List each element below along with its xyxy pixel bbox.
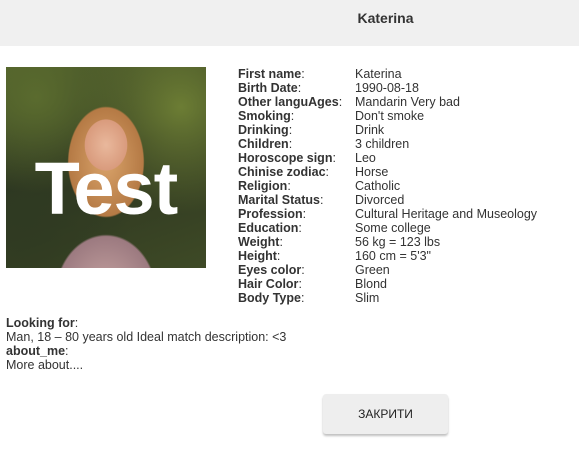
detail-label: Marital Status — [238, 193, 320, 207]
detail-value: Katerina — [355, 67, 402, 81]
profile-name-title: Katerina — [357, 10, 414, 26]
detail-value: Mandarin Very bad — [355, 95, 460, 109]
detail-value: Green — [355, 263, 390, 277]
detail-row-profession: Profession: Cultural Heritage and Museolo… — [238, 207, 538, 221]
detail-label: Profession — [238, 207, 303, 221]
detail-value: Horse — [355, 165, 389, 179]
detail-row-chinese-zodiac: Chinise zodiac: Horse — [238, 165, 389, 179]
detail-label: Drinking — [238, 123, 289, 137]
detail-label: Children — [238, 137, 289, 151]
detail-row-other-languages: Other languAges: Mandarin Very bad — [238, 95, 460, 109]
detail-label: Hair Color — [238, 277, 299, 291]
detail-label: Smoking — [238, 109, 291, 123]
detail-value: 3 children — [355, 137, 410, 151]
detail-row-children: Children: 3 children — [238, 137, 410, 151]
detail-row-weight: Weight: 56 kg = 123 lbs — [238, 235, 441, 249]
detail-label: Religion — [238, 179, 288, 193]
detail-row-hair-color: Hair Color: Blond — [238, 277, 387, 291]
looking-for-section: Looking for: Man, 18 – 80 years old Idea… — [6, 316, 287, 372]
detail-label: Height — [238, 249, 277, 263]
detail-value: 160 cm = 5'3" — [355, 249, 431, 263]
looking-for-text: Man, 18 – 80 years old Ideal match descr… — [6, 330, 287, 344]
detail-label: Chinise zodiac — [238, 165, 326, 179]
detail-label: Education — [238, 221, 299, 235]
detail-value: Catholic — [355, 179, 401, 193]
detail-value: 56 kg = 123 lbs — [355, 235, 441, 249]
detail-value: Don't smoke — [355, 109, 425, 123]
detail-row-smoking: Smoking: Don't smoke — [238, 109, 425, 123]
detail-label: Birth Date — [238, 81, 298, 95]
detail-row-birth-date: Birth Date: 1990-08-18 — [238, 81, 419, 95]
about-me-label: about_me — [6, 344, 66, 358]
close-button[interactable]: ЗАКРИТИ — [323, 394, 448, 434]
looking-for-label: Looking for — [6, 316, 75, 330]
about-me-text: More about.... — [6, 358, 84, 372]
detail-value: Slim — [355, 291, 380, 305]
detail-label: Other languAges — [238, 95, 339, 109]
detail-value: Divorced — [355, 193, 405, 207]
detail-row-education: Education: Some college — [238, 221, 431, 235]
detail-row-body-type: Body Type: Slim — [238, 291, 380, 305]
detail-value: 1990-08-18 — [355, 81, 419, 95]
detail-value: Cultural Heritage and Museology — [355, 207, 538, 221]
detail-label: First name — [238, 67, 302, 81]
detail-value: Some college — [355, 221, 431, 235]
detail-label: Weight — [238, 235, 280, 249]
detail-value: Drink — [355, 123, 385, 137]
header-bar: Katerina — [0, 0, 579, 46]
profile-details: First name: Katerina Birth Date: 1990-08-1… — [238, 67, 537, 305]
photo-watermark: Test — [34, 147, 179, 230]
detail-row-height: Height: 160 cm = 5'3" — [238, 249, 431, 263]
detail-row-first-name: First name: Katerina — [238, 67, 402, 81]
detail-label: Eyes color — [238, 263, 302, 277]
detail-row-religion: Religion: Catholic — [238, 179, 401, 193]
detail-row-marital-status: Marital Status: Divorced — [238, 193, 405, 207]
detail-row-drinking: Drinking: Drink — [238, 123, 385, 137]
detail-value: Leo — [355, 151, 376, 165]
profile-photo: Test — [6, 67, 206, 268]
detail-row-horoscope: Horoscope sign: Leo — [238, 151, 376, 165]
detail-row-eyes-color: Eyes color: Green — [238, 263, 390, 277]
detail-label: Horoscope sign — [238, 151, 333, 165]
detail-value: Blond — [355, 277, 387, 291]
detail-label: Body Type — [238, 291, 301, 305]
